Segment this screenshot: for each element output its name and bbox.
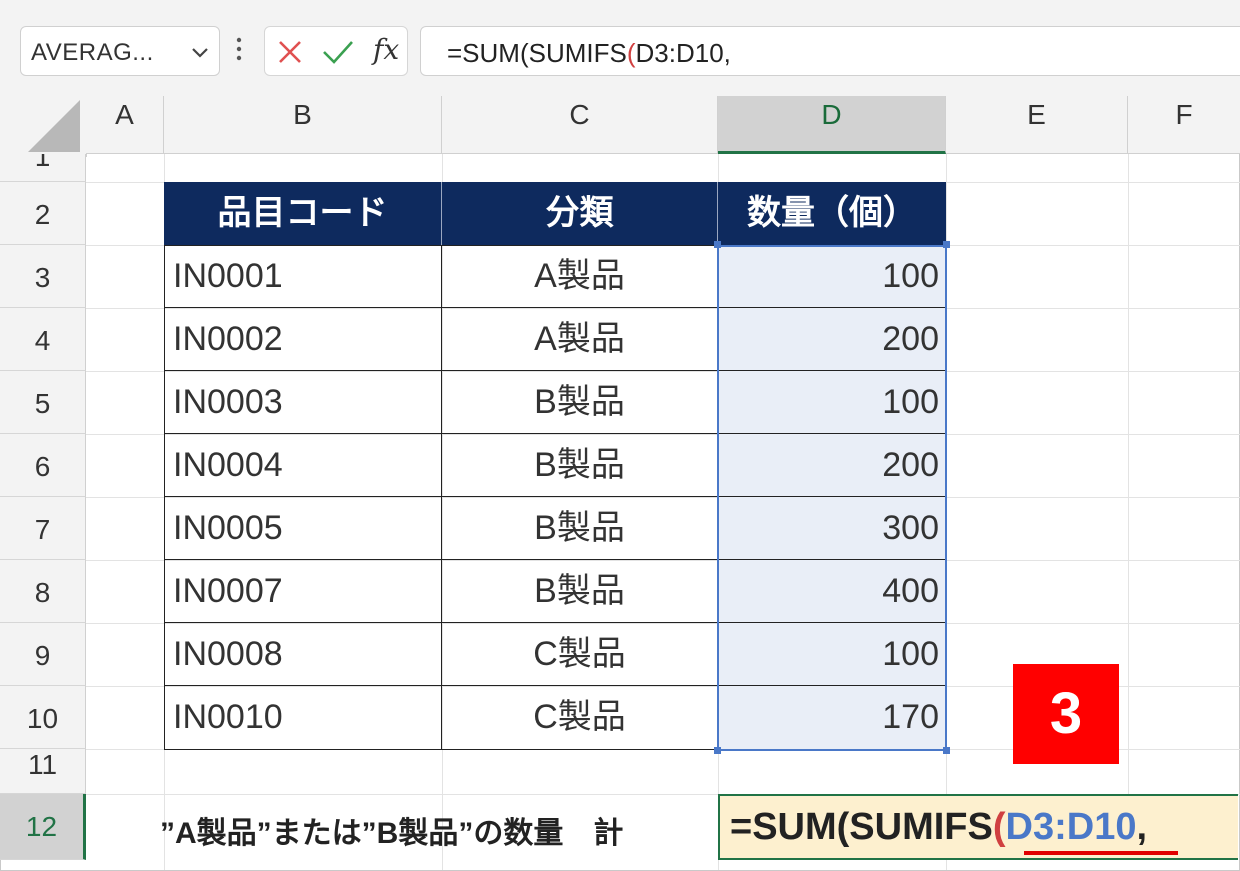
cell-code[interactable]: IN0007 xyxy=(164,560,442,623)
total-label: ”A製品”または”B製品”の数量 計 xyxy=(160,817,624,850)
cell-code[interactable]: IN0005 xyxy=(164,497,442,560)
row-header-12[interactable]: 12 xyxy=(0,794,86,860)
cell-category[interactable]: B製品 xyxy=(442,560,718,623)
table-header-category: 分類 xyxy=(442,182,718,245)
cell-code[interactable]: IN0004 xyxy=(164,434,442,497)
cell-category[interactable]: C製品 xyxy=(442,686,718,750)
row-header-5[interactable]: 5 xyxy=(0,371,86,434)
column-header-f[interactable]: F xyxy=(1128,96,1240,154)
row-header-3[interactable]: 3 xyxy=(0,245,86,308)
name-box[interactable]: AVERAG... xyxy=(20,26,220,76)
cell-code[interactable]: IN0010 xyxy=(164,686,442,750)
range-handle[interactable] xyxy=(943,241,950,248)
formula-buttons: fx xyxy=(264,26,408,76)
gridline xyxy=(1128,154,1129,794)
step-number-badge: 3 xyxy=(1013,664,1119,764)
edit-cell-formula: =SUM(SUMIFS(D3:D10, xyxy=(730,806,1148,848)
enter-checkmark-icon[interactable] xyxy=(321,37,355,72)
more-options-icon[interactable] xyxy=(234,36,244,67)
formula-text: =SUM(SUMIFS(D3:D10, xyxy=(447,38,731,68)
cell-code[interactable]: IN0001 xyxy=(164,245,442,308)
reference-underline xyxy=(1024,851,1178,855)
cell-category[interactable]: B製品 xyxy=(442,434,718,497)
row-header-2[interactable]: 2 xyxy=(0,182,86,245)
table-header-quantity: 数量（個） xyxy=(718,182,946,245)
table-header-code: 品目コード xyxy=(164,182,442,245)
row-header-8[interactable]: 8 xyxy=(0,560,86,623)
formula-bar: AVERAG... fx =SUM(SUMIFS(D3:D10, xyxy=(0,0,1240,97)
select-all-corner[interactable] xyxy=(0,96,87,157)
range-handle[interactable] xyxy=(943,747,950,754)
column-header-a[interactable]: A xyxy=(86,96,164,154)
cell-category[interactable]: A製品 xyxy=(442,308,718,371)
chevron-down-icon[interactable] xyxy=(189,41,211,68)
cell-category[interactable]: C製品 xyxy=(442,623,718,686)
cell-code[interactable]: IN0008 xyxy=(164,623,442,686)
row-header-4[interactable]: 4 xyxy=(0,308,86,371)
name-box-value: AVERAG... xyxy=(31,39,154,66)
cancel-x-icon[interactable] xyxy=(275,37,305,72)
row-header-9[interactable]: 9 xyxy=(0,623,86,686)
column-header-c[interactable]: C xyxy=(442,96,718,154)
cell-category[interactable]: B製品 xyxy=(442,371,718,434)
insert-function-icon[interactable]: fx xyxy=(373,33,399,66)
row-header-11[interactable]: 11 xyxy=(0,749,86,794)
cell-code[interactable]: IN0003 xyxy=(164,371,442,434)
row-header-1[interactable]: 1 xyxy=(0,154,86,182)
cell-code[interactable]: IN0002 xyxy=(164,308,442,371)
range-handle[interactable] xyxy=(714,747,721,754)
column-header-b[interactable]: B xyxy=(164,96,442,154)
row-header-7[interactable]: 7 xyxy=(0,497,86,560)
range-highlight-d3-d10 xyxy=(717,245,947,751)
column-header-d[interactable]: D xyxy=(718,96,946,154)
row-header-10[interactable]: 10 xyxy=(0,686,86,749)
cell-category[interactable]: A製品 xyxy=(442,245,718,308)
column-header-e[interactable]: E xyxy=(946,96,1128,154)
range-handle[interactable] xyxy=(714,241,721,248)
formula-input[interactable]: =SUM(SUMIFS(D3:D10, xyxy=(420,26,1240,76)
cell-category[interactable]: B製品 xyxy=(442,497,718,560)
row-header-6[interactable]: 6 xyxy=(0,434,86,497)
